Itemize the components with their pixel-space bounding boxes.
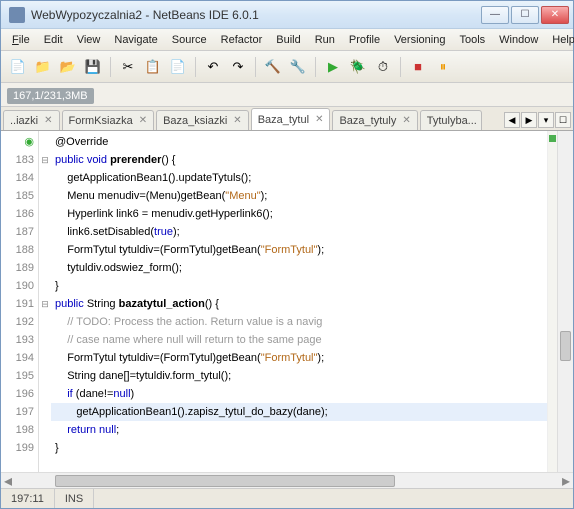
close-icon[interactable]: ✕	[137, 115, 149, 126]
menu-help[interactable]: Help	[547, 32, 574, 48]
scroll-thumb[interactable]	[560, 331, 571, 361]
tab-tytulyba[interactable]: Tytulyba...	[420, 110, 482, 130]
open-project-button[interactable]: 📂	[57, 56, 79, 78]
clean-build-button[interactable]: 🔧	[287, 56, 309, 78]
minimize-button[interactable]: —	[481, 6, 509, 24]
pause-button[interactable]: ⏸	[432, 56, 454, 78]
code-area[interactable]: @Override public void prerender() { getA…	[51, 131, 573, 472]
memory-usage[interactable]: 167,1/231,3MB	[7, 88, 94, 104]
tab-baza-tytuly[interactable]: Baza_tytuly✕	[332, 110, 417, 130]
close-icon[interactable]: ✕	[313, 114, 325, 125]
app-icon	[9, 7, 25, 23]
ide-window: WebWypozyczalnia2 - NetBeans IDE 6.0.1 —…	[0, 0, 574, 509]
menu-versioning[interactable]: Versioning	[389, 32, 450, 48]
menu-profile[interactable]: Profile	[344, 32, 385, 48]
memory-bar: 167,1/231,3MB	[1, 83, 573, 107]
tab-nav: ◀ ▶ ▾ ☐	[504, 112, 571, 130]
horizontal-scrollbar[interactable]: ◂ ▸	[1, 472, 573, 488]
tab-list[interactable]: ▾	[538, 112, 554, 128]
menubar: File Edit View Navigate Source Refactor …	[1, 29, 573, 51]
window-title: WebWypozyczalnia2 - NetBeans IDE 6.0.1	[31, 8, 481, 22]
run-button[interactable]: ▶	[322, 56, 344, 78]
tab-baza-tytul[interactable]: Baza_tytul✕	[251, 108, 331, 130]
status-bar: 197:11 INS	[1, 488, 573, 508]
insert-mode: INS	[55, 489, 94, 508]
menu-edit[interactable]: Edit	[39, 32, 68, 48]
vertical-scrollbar[interactable]	[557, 131, 573, 472]
tab-maximize[interactable]: ☐	[555, 112, 571, 128]
ok-mark-icon	[549, 135, 556, 142]
tab-iazki[interactable]: ..iazki✕	[3, 110, 60, 130]
toolbar: 📄 📁 📂 💾 ✂ 📋 📄 ↶ ↷ 🔨 🔧 ▶ 🪲 ⏱ ■ ⏸	[1, 51, 573, 83]
new-project-button[interactable]: 📁	[32, 56, 54, 78]
copy-button[interactable]: 📋	[142, 56, 164, 78]
menu-window[interactable]: Window	[494, 32, 543, 48]
debug-button[interactable]: 🪲	[347, 56, 369, 78]
menu-refactor[interactable]: Refactor	[216, 32, 268, 48]
cursor-position: 197:11	[1, 489, 55, 508]
menu-navigate[interactable]: Navigate	[109, 32, 162, 48]
paste-button[interactable]: 📄	[167, 56, 189, 78]
separator	[315, 57, 316, 77]
menu-tools[interactable]: Tools	[454, 32, 490, 48]
tab-scroll-left[interactable]: ◀	[504, 112, 520, 128]
separator	[110, 57, 111, 77]
scroll-thumb[interactable]	[55, 475, 395, 487]
current-line: getApplicationBean1().zapisz_tytul_do_ba…	[51, 403, 573, 421]
save-all-button[interactable]: 💾	[82, 56, 104, 78]
tab-formksiazka[interactable]: FormKsiazka✕	[62, 110, 155, 130]
tab-baza-ksiazki[interactable]: Baza_ksiazki✕	[156, 110, 249, 130]
editor-tabs: ..iazki✕ FormKsiazka✕ Baza_ksiazki✕ Baza…	[1, 107, 573, 131]
code-editor[interactable]: ◉ 183184185 186187188 189190191 19219319…	[1, 131, 573, 472]
error-stripe[interactable]	[547, 131, 557, 472]
titlebar[interactable]: WebWypozyczalnia2 - NetBeans IDE 6.0.1 —…	[1, 1, 573, 29]
build-button[interactable]: 🔨	[262, 56, 284, 78]
close-icon[interactable]: ✕	[42, 115, 54, 126]
menu-view[interactable]: View	[72, 32, 106, 48]
close-button[interactable]: ✕	[541, 6, 569, 24]
redo-button[interactable]: ↷	[227, 56, 249, 78]
menu-build[interactable]: Build	[271, 32, 305, 48]
undo-button[interactable]: ↶	[202, 56, 224, 78]
maximize-button[interactable]: ☐	[511, 6, 539, 24]
menu-source[interactable]: Source	[167, 32, 212, 48]
line-numbers: ◉ 183184185 186187188 189190191 19219319…	[1, 131, 39, 472]
close-icon[interactable]: ✕	[231, 115, 243, 126]
separator	[400, 57, 401, 77]
tab-scroll-right[interactable]: ▶	[521, 112, 537, 128]
close-icon[interactable]: ✕	[400, 115, 412, 126]
fold-gutter[interactable]: ⊟ ⊟	[39, 131, 51, 472]
window-controls: — ☐ ✕	[481, 6, 569, 24]
separator	[255, 57, 256, 77]
profile-button[interactable]: ⏱	[372, 56, 394, 78]
cut-button[interactable]: ✂	[117, 56, 139, 78]
menu-file[interactable]: File	[7, 32, 35, 48]
separator	[195, 57, 196, 77]
stop-button[interactable]: ■	[407, 56, 429, 78]
new-file-button[interactable]: 📄	[7, 56, 29, 78]
menu-run[interactable]: Run	[310, 32, 340, 48]
